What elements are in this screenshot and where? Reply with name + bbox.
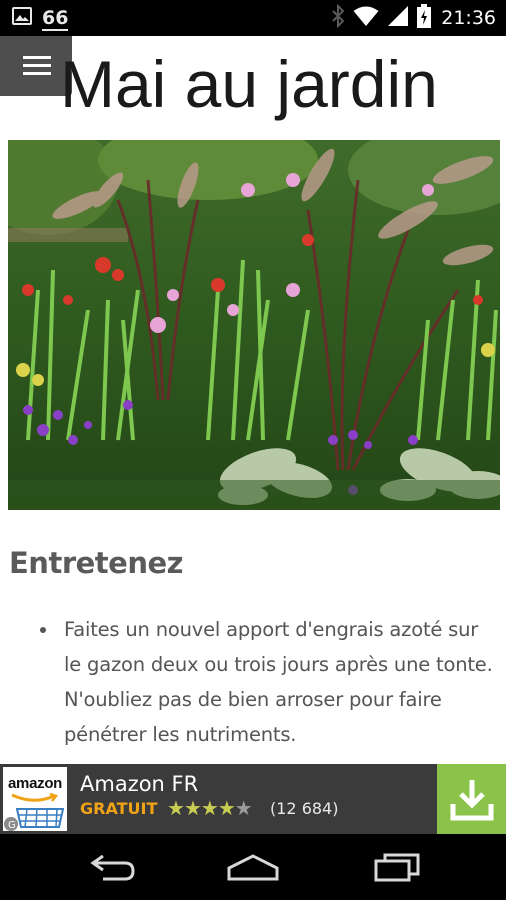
list-item: Faites un nouvel apport d'engrais azoté … — [38, 612, 500, 752]
notification-count: 66 — [42, 7, 69, 31]
amazon-logo-text: amazon — [8, 775, 63, 792]
recent-apps-icon — [374, 853, 420, 882]
shopping-cart-icon: G — [3, 805, 67, 831]
status-bar: 66 21:36 — [0, 0, 506, 36]
garden-flowerbed-photo — [8, 140, 500, 510]
clock: 21:36 — [441, 7, 496, 29]
star-filled-icon: ★ — [200, 796, 219, 820]
battery-icon — [417, 4, 432, 32]
ad-banner[interactable]: amazon G — [0, 764, 506, 834]
amazon-smile-icon — [11, 793, 58, 802]
ad-review-count: (12 684) — [270, 799, 339, 818]
image-notification-icon — [12, 6, 32, 30]
navigation-bar — [0, 834, 506, 900]
tips-list: Faites un nouvel apport d'engrais azoté … — [38, 612, 500, 752]
home-button[interactable] — [218, 846, 288, 888]
ad-app-name[interactable]: Amazon FR — [80, 772, 198, 796]
star-filled-icon: ★ — [183, 796, 202, 820]
star-empty-icon: ★ — [234, 796, 253, 820]
bluetooth-icon — [331, 3, 345, 32]
back-button[interactable] — [78, 846, 148, 888]
status-bar-right: 21:36 — [331, 3, 496, 32]
signal-icon — [387, 5, 409, 31]
download-icon — [450, 780, 493, 821]
wifi-icon — [353, 5, 379, 31]
ad-price-label: GRATUIT — [80, 799, 158, 818]
home-icon — [227, 854, 279, 881]
page-title: Mai au jardin — [60, 47, 438, 121]
section-heading: Entretenez — [9, 546, 184, 580]
back-icon — [90, 854, 135, 881]
app-screen: 66 21:36 Mai au jardin Entretenez Faites… — [0, 0, 506, 900]
recent-apps-button[interactable] — [362, 846, 432, 888]
status-bar-left: 66 — [12, 6, 69, 31]
install-button[interactable] — [437, 764, 506, 834]
star-filled-icon: ★ — [167, 796, 185, 820]
svg-text:G: G — [8, 820, 16, 831]
star-filled-icon: ★ — [217, 796, 236, 820]
ad-rating-stars: ★★★★★ — [167, 796, 253, 820]
amazon-app-logo: amazon G — [3, 767, 67, 831]
